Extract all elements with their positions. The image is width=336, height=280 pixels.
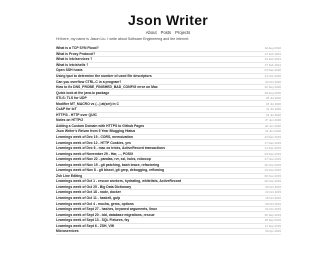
- post-date: 13 Nov 2015: [264, 168, 281, 173]
- post-title-link[interactable]: Learnings week of Oct 1 - rescue workers…: [56, 179, 181, 183]
- post-date: 06 Nov 2015: [264, 173, 281, 178]
- post-title-link[interactable]: Learnings week of Dec 19 - CORS, memoiza…: [56, 135, 133, 139]
- post-title-link[interactable]: Learnings week of Sept 13 - SQL Fixtures…: [56, 218, 129, 222]
- post-date: 18 Sep 2015: [264, 218, 281, 223]
- site-title[interactable]: Json Writer: [0, 12, 336, 28]
- post-title-link[interactable]: Learnings week of Sept 27 - hashes, keyw…: [56, 207, 157, 211]
- post-title-link[interactable]: How to fix DNS_PROBE_FINISHED_BAD_CONFIG…: [56, 85, 158, 89]
- post-date: 06 Apr 2015: [265, 229, 281, 234]
- post-title-link[interactable]: Learnings week of Oct 18 - node, docker: [56, 190, 121, 194]
- post-title-link[interactable]: Learnings week of Nov 8 - git bisect, gi…: [56, 168, 164, 172]
- post-date: 30 Oct 2015: [265, 184, 281, 189]
- post-date: 21 Feb 2021: [264, 57, 281, 62]
- post-title-link[interactable]: Zsh Line Editing: [56, 174, 82, 178]
- post-date: 02 Aug 2022: [264, 46, 281, 51]
- post-title-link[interactable]: Learnings week of Oct 25 - Big Data Dict…: [56, 185, 131, 189]
- post-title-link[interactable]: Open SSH hosts: [56, 68, 83, 72]
- post-date: 23 Oct 2015: [265, 190, 281, 195]
- post-title-link[interactable]: HTTP/3 - HTTP over QUIC: [56, 113, 97, 117]
- post-title-link[interactable]: Modifier MT_MACRO vs (...) at(set) in C: [56, 102, 119, 106]
- post-date: 26 Jul 2020: [266, 96, 281, 101]
- post-date: 03 Oct 2020: [265, 79, 281, 84]
- post-date: 02 Oct 2015: [265, 207, 281, 212]
- intro-text: Hi there, my name is Jason Liu. I write …: [56, 37, 190, 41]
- post-title-link[interactable]: Learnings week of Sept 6 - ZSH, VIM: [56, 224, 114, 228]
- post-date: 17 Feb 2021: [264, 62, 281, 67]
- post-title-link[interactable]: Quick look at the java.io package: [56, 91, 109, 95]
- post-date: 11 Jul 2020: [266, 107, 281, 112]
- post-date: 27 Nov 2015: [264, 157, 281, 162]
- post-date: 20 Nov 2015: [264, 162, 281, 167]
- post-title-link[interactable]: Notes on HTTP/2: [56, 118, 83, 122]
- post-title-link[interactable]: What is a TCP SYN Flood?: [56, 46, 99, 50]
- post-title-link[interactable]: CoAP for IoT: [56, 107, 77, 111]
- post-date: 24 Dec 2015: [264, 135, 281, 140]
- post-title-link[interactable]: Learnings week of Oct 4 - mocha, gems, o…: [56, 202, 134, 206]
- post-date: 27 Feb 2021: [264, 51, 281, 56]
- post-date: 25 Sep 2015: [264, 212, 281, 217]
- post-date: 11 Sep 2015: [264, 223, 281, 228]
- post-title-link[interactable]: Microservices: [56, 229, 79, 233]
- post-title-link[interactable]: Learnings week of Oct 11 - haskell, gulp: [56, 196, 120, 200]
- post-title-link[interactable]: STLS: TLS for UDP: [56, 96, 87, 100]
- post-date: 27 Jun 2020: [265, 118, 281, 123]
- post-title-link[interactable]: Learnings week of Nov 22 - pandas, rvr, …: [56, 157, 151, 161]
- post-date: 18 Jul 2020: [266, 101, 281, 106]
- site-nav: About Posts Projects: [0, 30, 336, 36]
- post-date: 04 Dec 2020: [264, 68, 281, 73]
- nav-about-link[interactable]: About: [146, 30, 157, 36]
- post-title-link[interactable]: What is Proxy Protocol?: [56, 52, 95, 56]
- post-title-link[interactable]: Adding a Custom Domain with HTTPS to Git…: [56, 124, 144, 128]
- post-date: 04 Dec 2015: [264, 151, 281, 156]
- post-date: 17 Dec 2015: [264, 140, 281, 145]
- post-title-link[interactable]: Learnings week of Dec 12 - HTTP Cookies,…: [56, 141, 131, 145]
- post-date: 16 Oct 2015: [265, 196, 281, 201]
- post-date: 06 Nov 2015: [264, 179, 281, 184]
- post-date: 11 Dec 2015: [264, 146, 281, 151]
- nav-projects-link[interactable]: Projects: [175, 30, 190, 36]
- nav-posts-link[interactable]: Posts: [161, 30, 171, 36]
- post-list-item: Microservices 06 Apr 2015: [56, 229, 281, 235]
- post-title-link[interactable]: Learnings week of November 29 - Har, ...…: [56, 152, 133, 156]
- post-date: 13 Jun 2020: [265, 129, 281, 134]
- post-title-link[interactable]: Using tput to determine the number of us…: [56, 74, 152, 78]
- post-date: 11 Nov 2020: [264, 74, 281, 78]
- post-date: 29 Aug 2020: [264, 90, 281, 95]
- site-header: Json Writer About Posts Projects: [0, 0, 336, 36]
- post-date: 04 Jul 2020: [266, 112, 281, 117]
- post-title-link[interactable]: Learnings week of Nov 15 - git patching,…: [56, 163, 159, 167]
- post-date: 09 Oct 2015: [265, 201, 281, 206]
- post-title-link[interactable]: Json Writer's Return from 5 Year Bloggin…: [56, 129, 135, 133]
- post-title-link[interactable]: What is /etc/shells ?: [56, 63, 88, 67]
- post-list: What is a TCP SYN Flood? 02 Aug 2022 What…: [56, 46, 281, 235]
- post-date: 20 Jun 2020: [265, 123, 281, 128]
- post-title-link[interactable]: Can you overflow CTRL-C in a program?: [56, 80, 121, 84]
- post-title-link[interactable]: Learnings week of Dec 6 - mac os tricks,…: [56, 146, 165, 150]
- post-title-link[interactable]: What is /etc/services ?: [56, 57, 92, 61]
- post-title-link[interactable]: Learnings week of Sept 20 - tdd, databas…: [56, 213, 155, 217]
- post-date: 22 Sep 2020: [264, 85, 281, 90]
